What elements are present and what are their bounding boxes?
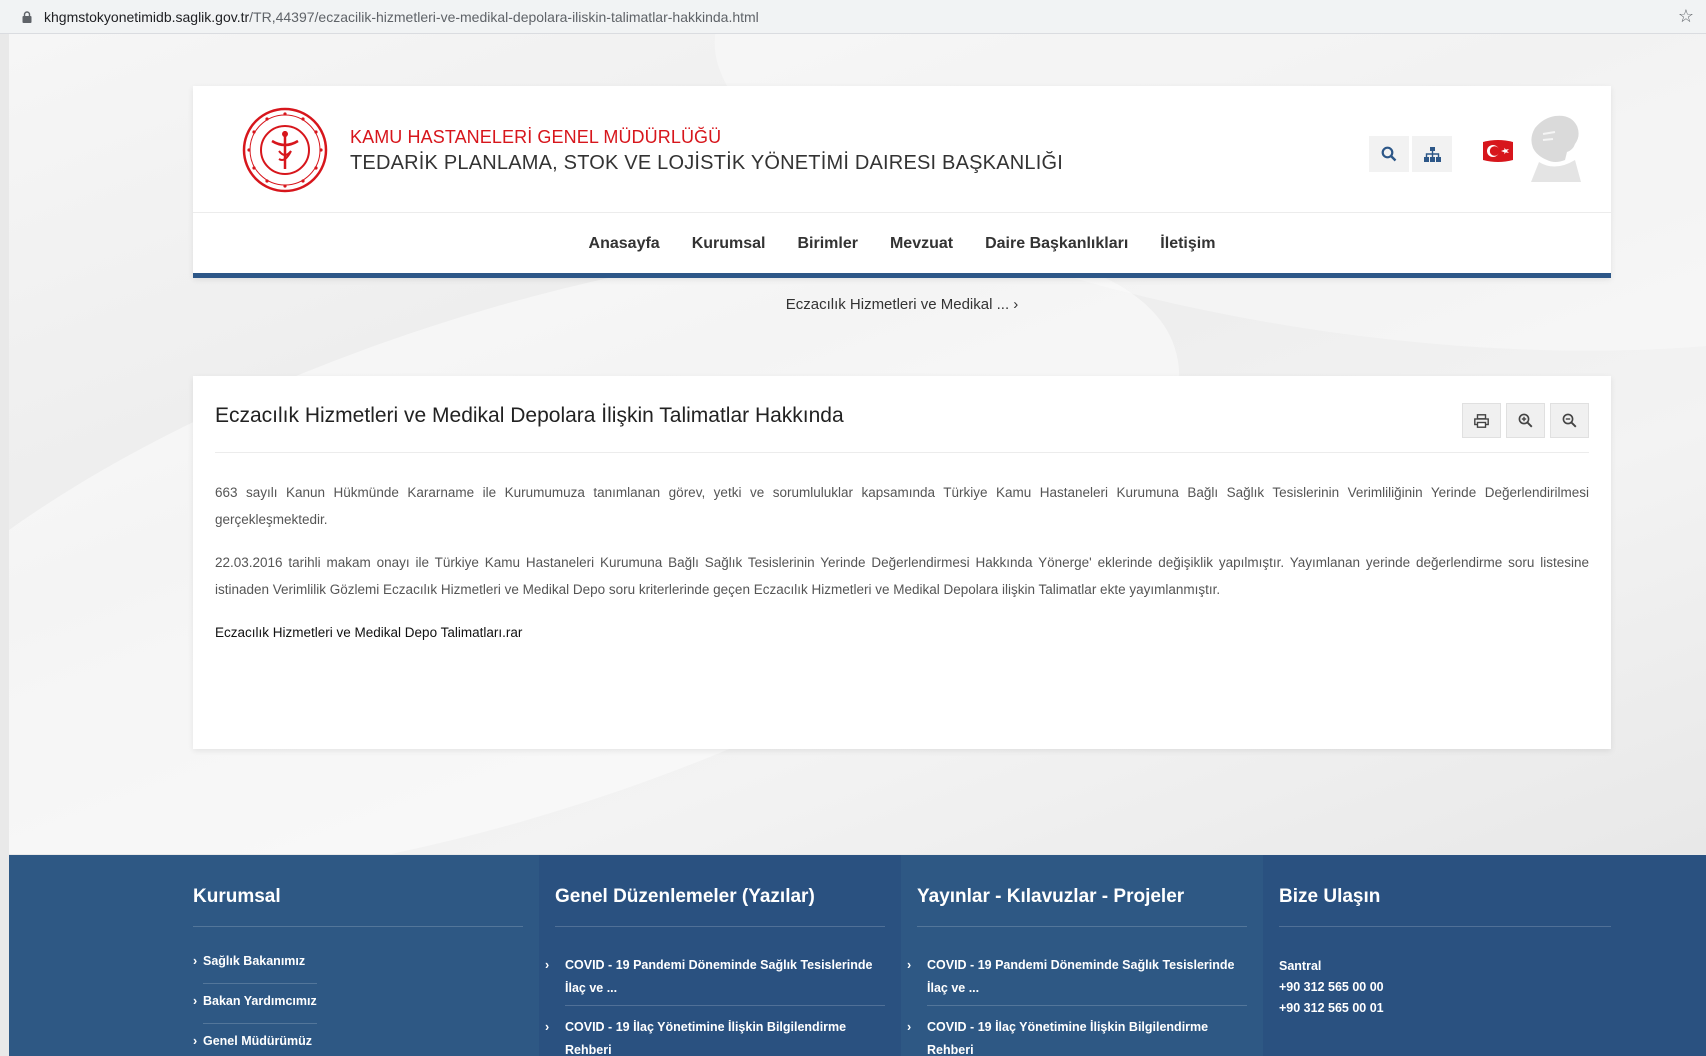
article-tools — [1462, 403, 1589, 438]
search-button[interactable] — [1369, 136, 1409, 172]
chevron-right-icon: › — [193, 1034, 198, 1048]
org-line-2: TEDARİK PLANLAMA, STOK VE LOJİSTİK YÖNET… — [350, 152, 1063, 174]
footer-heading-genel: Genel Düzenlemeler (Yazılar) — [555, 886, 815, 907]
print-icon — [1474, 413, 1489, 428]
article-card: Eczacılık Hizmetleri ve Medikal Depolara… — [193, 376, 1611, 749]
contact-info: Santral +90 312 565 00 00 +90 312 565 00… — [1279, 956, 1384, 1019]
page-title: Eczacılık Hizmetleri ve Medikal Depolara… — [215, 404, 844, 427]
footer-column-iletisim: Bize Ulaşın Santral +90 312 565 00 00 +9… — [1263, 855, 1706, 1056]
footer-link[interactable]: › Bakan Yardımcımız — [193, 994, 317, 1034]
phone-number[interactable]: +90 312 565 00 01 — [1279, 998, 1384, 1019]
org-line-1: KAMU HASTANELERİ GENEL MÜDÜRLÜĞÜ — [350, 127, 722, 147]
article-paragraph: 663 sayılı Kanun Hükmünde Kararname ile … — [215, 485, 1589, 527]
nav-item-mevzuat[interactable]: Mevzuat — [874, 235, 969, 253]
chevron-right-icon: › — [907, 1020, 912, 1034]
footer-link[interactable]: › COVID - 19 İlaç Yönetimine İlişkin Bilg… — [907, 1016, 1247, 1056]
zoom-out-icon — [1562, 413, 1577, 428]
breadcrumb-current[interactable]: Eczacılık Hizmetleri ve Medikal ... › — [786, 296, 1019, 313]
turkish-flag-icon — [1483, 140, 1513, 162]
footer-link[interactable]: › Sağlık Bakanımız — [193, 954, 317, 994]
chevron-right-icon: › — [545, 1020, 550, 1034]
star-icon[interactable]: ☆ — [1678, 6, 1694, 27]
url-text[interactable]: khgmstokyonetimidb.saglik.gov.tr/TR,4439… — [44, 9, 759, 25]
ataturk-silhouette-icon — [1531, 115, 1581, 182]
footer-column-kurumsal: Kurumsal › Sağlık Bakanımız › Bakan Yardım… — [193, 855, 533, 1056]
santral-label: Santral — [1279, 959, 1322, 973]
footer-heading-yayinlar: Yayınlar - Kılavuzlar - Projeler — [917, 886, 1185, 907]
site-footer: Kurumsal › Sağlık Bakanımız › Bakan Yardım… — [9, 855, 1706, 1056]
article-body: 663 sayılı Kanun Hükmünde Kararname ile … — [215, 479, 1589, 662]
nav-item-daire-baskanliklari[interactable]: Daire Başkanlıkları — [969, 235, 1144, 253]
footer-heading-kurumsal: Kurumsal — [193, 886, 281, 907]
zoom-in-icon — [1518, 413, 1533, 428]
sitemap-icon — [1423, 146, 1441, 162]
nav-item-anasayfa[interactable]: Anasayfa — [573, 235, 676, 253]
footer-divider — [1279, 926, 1611, 927]
footer-divider — [917, 926, 1247, 927]
print-button[interactable] — [1462, 403, 1501, 438]
url-path: /TR,44397/eczacilik-hizmetleri-ve-medika… — [249, 8, 759, 25]
footer-list-genel: › COVID - 19 Pandemi Döneminde Sağlık Tes… — [545, 954, 885, 1056]
footer-column-genel: Genel Düzenlemeler (Yazılar) › COVID - 19… — [539, 855, 901, 1056]
chevron-right-icon: › — [907, 958, 912, 972]
lock-icon — [20, 10, 34, 24]
footer-list-kurumsal: › Sağlık Bakanımız › Bakan Yardımcımız › Ge… — [193, 954, 317, 1056]
footer-column-yayinlar: Yayınlar - Kılavuzlar - Projeler › COVID … — [907, 855, 1257, 1056]
nav-accent-bar — [193, 273, 1611, 278]
footer-link[interactable]: › Genel Müdürümüz — [193, 1034, 317, 1056]
zoom-in-button[interactable] — [1506, 403, 1545, 438]
attachment-link[interactable]: Eczacılık Hizmetleri ve Medikal Depo Tal… — [215, 625, 522, 640]
browser-address-bar[interactable]: khgmstokyonetimidb.saglik.gov.tr/TR,4439… — [0, 0, 1706, 34]
chevron-right-icon: › — [193, 954, 198, 968]
chevron-right-icon: › — [545, 958, 550, 972]
search-icon — [1381, 146, 1397, 162]
nav-item-birimler[interactable]: Birimler — [782, 235, 874, 253]
site-header: KAMU HASTANELERİ GENEL MÜDÜRLÜĞÜ TEDARİK… — [193, 86, 1611, 278]
footer-divider — [193, 926, 523, 927]
footer-divider — [555, 926, 885, 927]
zoom-out-button[interactable] — [1550, 403, 1589, 438]
footer-link[interactable]: › COVID - 19 İlaç Yönetimine İlişkin Bilg… — [545, 1016, 885, 1056]
sitemap-button[interactable] — [1412, 136, 1452, 172]
phone-number[interactable]: +90 312 565 00 00 — [1279, 977, 1384, 998]
title-divider — [215, 452, 1589, 453]
nav-separator — [193, 212, 1611, 213]
footer-heading-iletisim: Bize Ulaşın — [1279, 886, 1381, 907]
ministry-logo[interactable] — [242, 107, 328, 193]
nav-item-iletisim[interactable]: İletişim — [1144, 235, 1231, 253]
article-paragraph: 22.03.2016 tarihli makam onayı ile Türki… — [215, 555, 1589, 597]
footer-link[interactable]: › COVID - 19 Pandemi Döneminde Sağlık Tes… — [907, 954, 1247, 1016]
nav-item-kurumsal[interactable]: Kurumsal — [676, 235, 782, 253]
footer-link[interactable]: › COVID - 19 Pandemi Döneminde Sağlık Tes… — [545, 954, 885, 1016]
main-nav: Anasayfa Kurumsal Birimler Mevzuat Daire… — [193, 214, 1611, 273]
footer-list-yayinlar: › COVID - 19 Pandemi Döneminde Sağlık Tes… — [907, 954, 1247, 1056]
chevron-right-icon: › — [193, 994, 198, 1008]
breadcrumb: Eczacılık Hizmetleri ve Medikal ... › — [193, 296, 1611, 313]
url-host: khgmstokyonetimidb.saglik.gov.tr — [44, 8, 250, 25]
